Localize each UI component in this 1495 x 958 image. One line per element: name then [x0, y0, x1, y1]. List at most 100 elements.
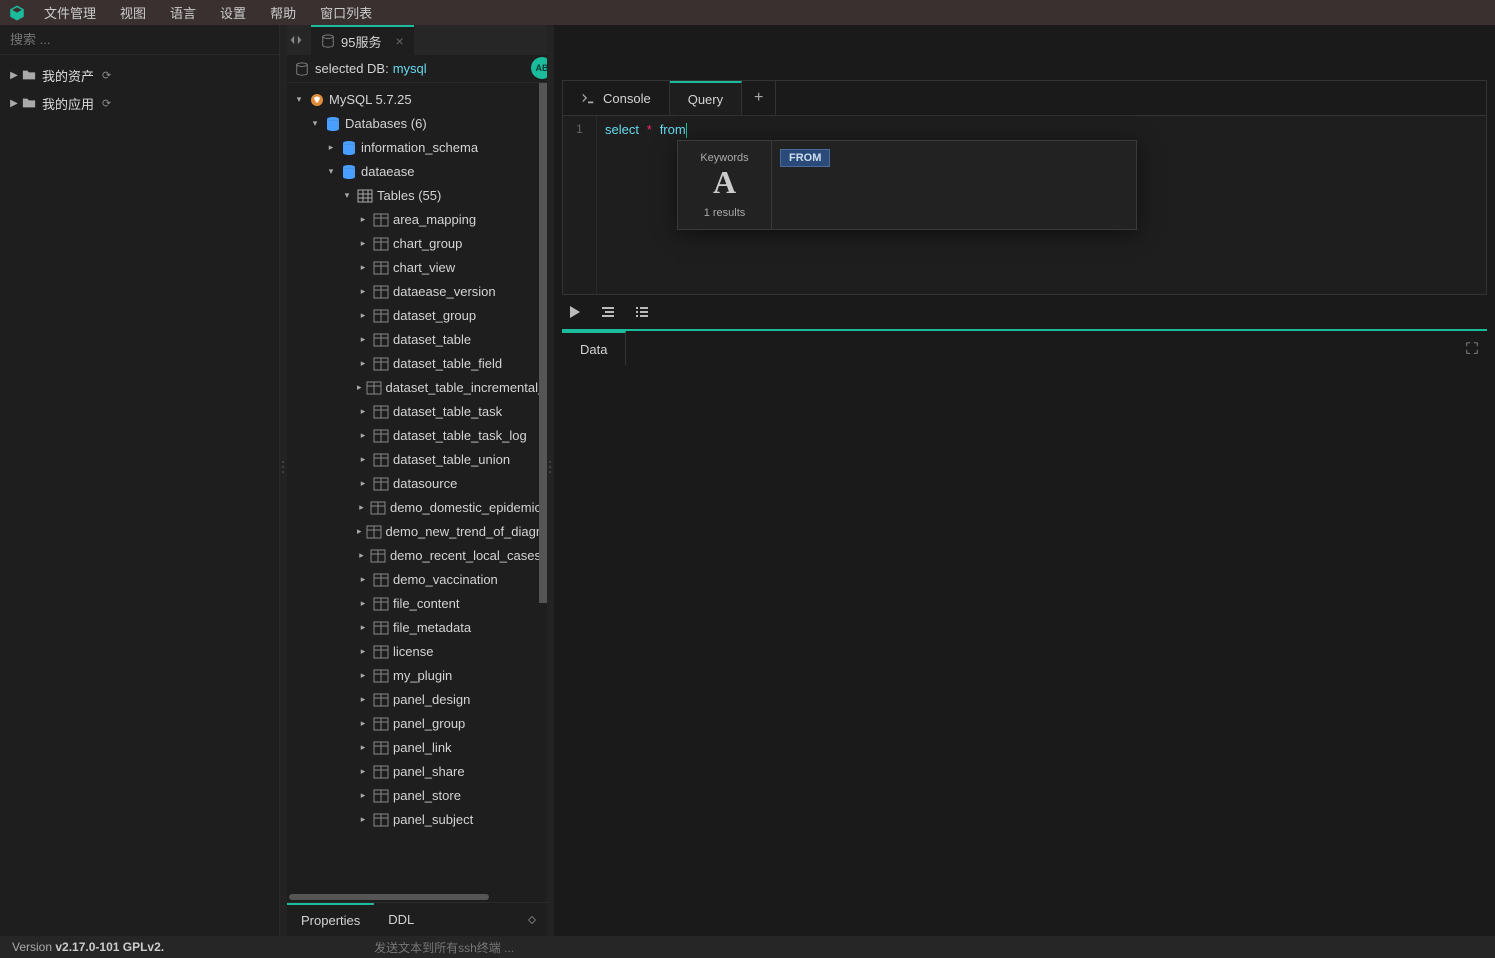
autocomplete-popup: Keywords A 1 results FROM: [677, 140, 1137, 230]
top-menubar: 文件管理 视图 语言 设置 帮助 窗口列表: [0, 0, 1495, 25]
menu-文件管理[interactable]: 文件管理: [44, 3, 96, 22]
menu-帮助[interactable]: 帮助: [270, 3, 296, 22]
format-icon[interactable]: [600, 304, 616, 320]
tree-arrow-icon: ▾: [325, 166, 337, 177]
scrollbar-horizontal[interactable]: [287, 892, 547, 902]
tree-node-icon: [373, 812, 389, 826]
ac-category: Keywords: [700, 152, 748, 164]
table-dataease_version[interactable]: ▸dataease_version: [287, 279, 547, 303]
tree-node-icon: [373, 764, 389, 778]
db-tree: ▾MySQL 5.7.25▾Databases (6)▸information_…: [287, 83, 547, 892]
data-tab[interactable]: Data: [562, 331, 626, 365]
main-area: Console Query + 1 select * from: [554, 25, 1495, 936]
table-license[interactable]: ▸license: [287, 639, 547, 663]
table-panel_store[interactable]: ▸panel_store: [287, 783, 547, 807]
table-demo_recent_local_cases[interactable]: ▸demo_recent_local_cases: [287, 543, 547, 567]
menu-窗口列表[interactable]: 窗口列表: [320, 3, 372, 22]
add-tab-button[interactable]: +: [742, 81, 776, 115]
run-icon[interactable]: [566, 304, 582, 320]
folder-icon: [22, 68, 36, 82]
refresh-icon[interactable]: ⟳: [102, 97, 111, 110]
table-dataset_table[interactable]: ▸dataset_table: [287, 327, 547, 351]
tree-arrow-icon: ▸: [357, 430, 369, 441]
menu-视图[interactable]: 视图: [120, 3, 146, 22]
table-demo_domestic_epidemic[interactable]: ▸demo_domestic_epidemic: [287, 495, 547, 519]
asset-tree: ▶我的资产⟳▶我的应用⟳: [0, 55, 279, 936]
table-panel_share[interactable]: ▸panel_share: [287, 759, 547, 783]
editor-toolbar: [554, 295, 1495, 329]
token-from: from: [660, 122, 686, 137]
db-root-mysql[interactable]: ▾MySQL 5.7.25: [287, 87, 547, 111]
db-panel-tabbar: 95服务 ×: [287, 25, 547, 55]
table-dataset_table_incremental_config[interactable]: ▸dataset_table_incremental_config: [287, 375, 547, 399]
resize-icon[interactable]: [525, 913, 539, 927]
ac-letter-icon: A: [713, 164, 736, 201]
menu-设置[interactable]: 设置: [220, 3, 246, 22]
db-dataease[interactable]: ▾dataease: [287, 159, 547, 183]
tree-arrow-icon: ▸: [357, 214, 369, 225]
table-dataset_table_task_log[interactable]: ▸dataset_table_task_log: [287, 423, 547, 447]
tree-node-icon: [373, 716, 389, 730]
tree-arrow-icon: ▸: [357, 598, 369, 609]
table-dataset_table_union[interactable]: ▸dataset_table_union: [287, 447, 547, 471]
expand-icon[interactable]: [1465, 341, 1479, 355]
tree-node-icon: [366, 524, 382, 538]
table-dataset_group[interactable]: ▸dataset_group: [287, 303, 547, 327]
tree-node-icon: [309, 92, 325, 106]
list-icon[interactable]: [634, 304, 650, 320]
console-tab[interactable]: Console: [563, 81, 670, 115]
ac-suggestion-from[interactable]: FROM: [780, 149, 830, 167]
token-star: *: [647, 122, 652, 137]
db-databases-node[interactable]: ▾Databases (6): [287, 111, 547, 135]
folder-icon: [22, 96, 36, 110]
table-panel_group[interactable]: ▸panel_group: [287, 711, 547, 735]
tree-arrow-icon: ▸: [357, 502, 366, 513]
tree-node-icon: [370, 500, 386, 514]
tree-node-icon: [341, 140, 357, 154]
table-my_plugin[interactable]: ▸my_plugin: [287, 663, 547, 687]
status-bar: Version v2.17.0-101 GPLv2. 发送文本到所有ssh终端 …: [0, 936, 1495, 958]
sidebar-item-我的应用[interactable]: ▶我的应用⟳: [0, 89, 279, 117]
table-demo_vaccination[interactable]: ▸demo_vaccination: [287, 567, 547, 591]
table-panel_design[interactable]: ▸panel_design: [287, 687, 547, 711]
splitter-mid[interactable]: [547, 25, 554, 936]
refresh-icon[interactable]: ⟳: [102, 69, 111, 82]
properties-tab[interactable]: Properties: [287, 903, 374, 936]
query-tab[interactable]: Query: [670, 81, 742, 115]
line-gutter: 1: [563, 116, 597, 294]
collapse-left-icon[interactable]: [289, 33, 303, 47]
table-dataset_table_field[interactable]: ▸dataset_table_field: [287, 351, 547, 375]
editor-panel: Console Query + 1 select * from: [562, 80, 1487, 295]
tree-node-icon: [373, 332, 389, 346]
splitter-left[interactable]: [280, 25, 287, 936]
table-panel_subject[interactable]: ▸panel_subject: [287, 807, 547, 831]
table-area_mapping[interactable]: ▸area_mapping: [287, 207, 547, 231]
sidebar-item-我的资产[interactable]: ▶我的资产⟳: [0, 61, 279, 89]
ssh-broadcast-hint[interactable]: 发送文本到所有ssh终端 ...: [374, 939, 514, 956]
db-connection-tab[interactable]: 95服务 ×: [311, 25, 414, 55]
table-datasource[interactable]: ▸datasource: [287, 471, 547, 495]
table-file_metadata[interactable]: ▸file_metadata: [287, 615, 547, 639]
selected-db-bar: selected DB: mysql AB: [287, 55, 547, 83]
db-tables-node[interactable]: ▾Tables (55): [287, 183, 547, 207]
ddl-tab[interactable]: DDL: [374, 903, 428, 936]
tree-node-icon: [373, 572, 389, 586]
sql-editor[interactable]: 1 select * from Keywords A 1 results: [563, 116, 1486, 294]
search-input[interactable]: [10, 32, 269, 47]
tree-node-icon: [373, 428, 389, 442]
table-panel_link[interactable]: ▸panel_link: [287, 735, 547, 759]
tree-arrow-icon: ▸: [325, 142, 337, 153]
table-chart_view[interactable]: ▸chart_view: [287, 255, 547, 279]
db-information_schema[interactable]: ▸information_schema: [287, 135, 547, 159]
table-file_content[interactable]: ▸file_content: [287, 591, 547, 615]
tree-arrow-icon: ▸: [357, 238, 369, 249]
table-dataset_table_task[interactable]: ▸dataset_table_task: [287, 399, 547, 423]
db-panel-footer: Properties DDL: [287, 902, 547, 936]
scrollbar-vertical[interactable]: [539, 83, 547, 603]
table-chart_group[interactable]: ▸chart_group: [287, 231, 547, 255]
table-demo_new_trend_of_diagnosis[interactable]: ▸demo_new_trend_of_diagnosis: [287, 519, 547, 543]
close-icon[interactable]: ×: [395, 33, 403, 49]
menu-语言[interactable]: 语言: [170, 3, 196, 22]
tree-node-icon: [373, 788, 389, 802]
selected-db-name[interactable]: mysql: [393, 61, 427, 76]
